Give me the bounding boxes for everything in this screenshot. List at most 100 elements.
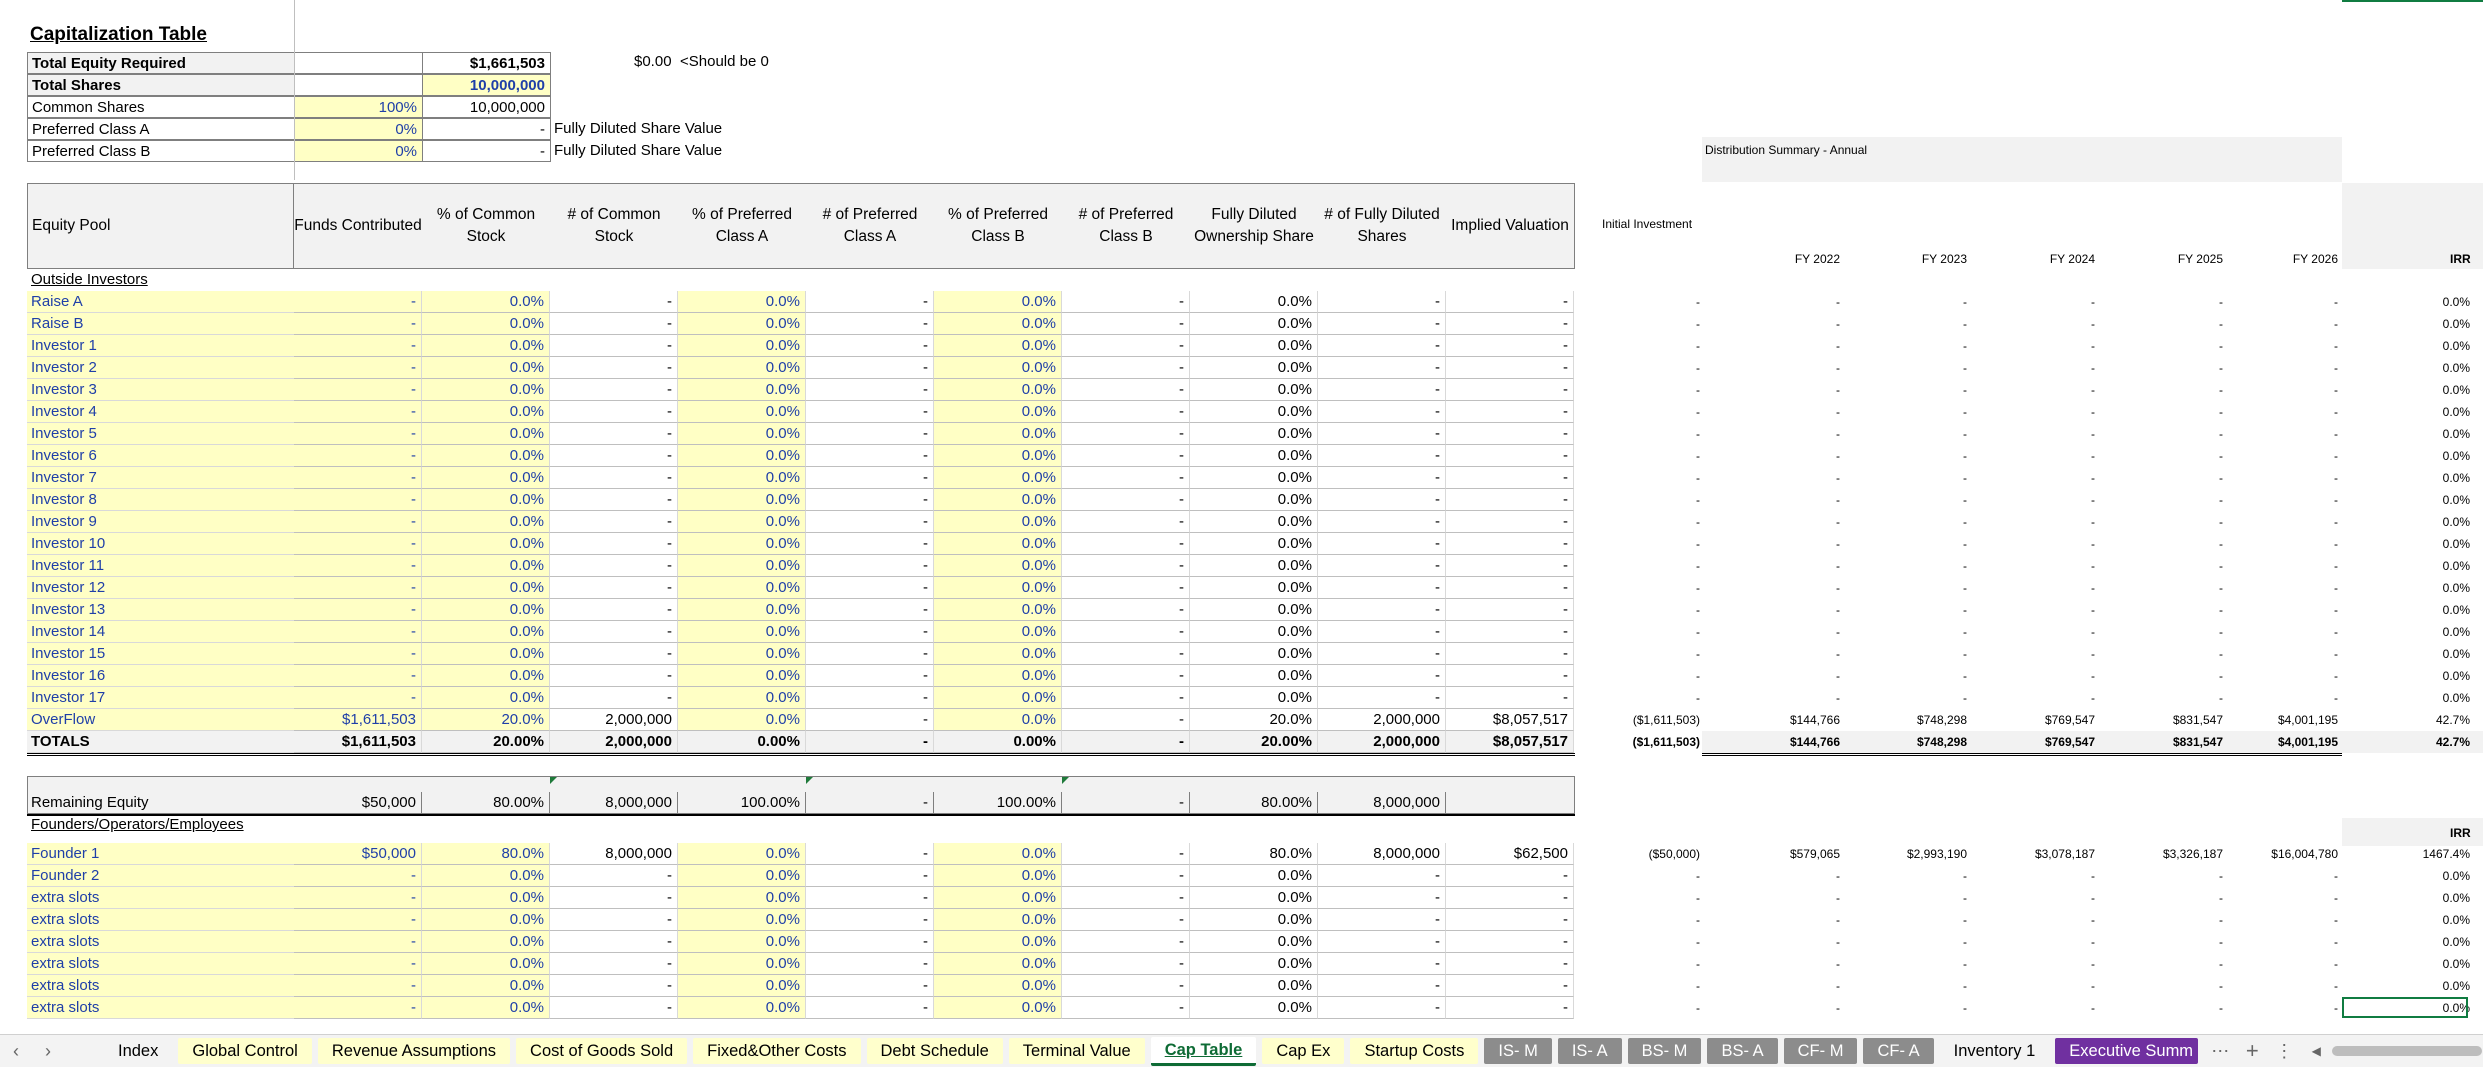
- founder-row-cell[interactable]: -: [1318, 975, 1446, 997]
- investor-row-cell[interactable]: 0.0%: [678, 467, 806, 489]
- investor-row-cell[interactable]: -: [1318, 555, 1446, 577]
- investor-row-cell[interactable]: -: [1062, 357, 1190, 379]
- investor-row-cell[interactable]: -: [1446, 643, 1574, 665]
- investor-row-cell[interactable]: 0.0%: [678, 599, 806, 621]
- sheet-tab[interactable]: Executive Summ: [2055, 1038, 2199, 1064]
- investor-row-cell[interactable]: -: [1062, 445, 1190, 467]
- investor-row-cell[interactable]: -: [550, 621, 678, 643]
- founder-row-cell[interactable]: -: [550, 865, 678, 887]
- totals-row-cell[interactable]: 0.00%: [934, 731, 1062, 753]
- founder-row-cell[interactable]: -: [294, 931, 422, 953]
- founder-row-cell[interactable]: 0.0%: [934, 975, 1062, 997]
- investor-row-cell[interactable]: -: [1446, 665, 1574, 687]
- investor-row-cell[interactable]: 0.0%: [422, 533, 550, 555]
- remaining-cell[interactable]: 8,000,000: [550, 792, 678, 814]
- investor-row-cell[interactable]: -: [806, 577, 934, 599]
- investor-row-cell[interactable]: 0.0%: [678, 555, 806, 577]
- investor-row-cell[interactable]: -: [1318, 511, 1446, 533]
- investor-row-cell[interactable]: -: [1446, 445, 1574, 467]
- investor-row-cell[interactable]: 0.0%: [422, 357, 550, 379]
- summary-value[interactable]: -: [422, 118, 551, 140]
- investor-row-cell[interactable]: -: [1446, 379, 1574, 401]
- investor-row-cell[interactable]: -: [550, 335, 678, 357]
- remaining-cell[interactable]: $50,000: [294, 792, 422, 814]
- founder-row-cell[interactable]: 80.0%: [422, 843, 550, 865]
- investor-row-cell[interactable]: 0.0%: [934, 401, 1062, 423]
- investor-row-cell[interactable]: -: [294, 533, 422, 555]
- investor-row-cell[interactable]: 0.0%: [678, 401, 806, 423]
- investor-row-cell[interactable]: -: [294, 665, 422, 687]
- investor-row-cell[interactable]: 20.0%: [1190, 709, 1318, 731]
- founder-row-cell[interactable]: 0.0%: [1190, 931, 1318, 953]
- investor-row-cell[interactable]: 0.0%: [934, 599, 1062, 621]
- summary-pct[interactable]: 100%: [294, 96, 423, 118]
- investor-row-cell[interactable]: 0.0%: [422, 643, 550, 665]
- investor-row-cell[interactable]: 0.0%: [678, 511, 806, 533]
- remaining-cell[interactable]: 100.00%: [678, 792, 806, 814]
- investor-row-cell[interactable]: -: [1062, 423, 1190, 445]
- investor-row-cell[interactable]: -: [550, 555, 678, 577]
- founder-row-cell[interactable]: -: [806, 975, 934, 997]
- investor-row-cell[interactable]: 0.0%: [934, 709, 1062, 731]
- founder-row-cell[interactable]: 0.0%: [1190, 887, 1318, 909]
- investor-row-cell[interactable]: -: [1446, 599, 1574, 621]
- founder-row-cell[interactable]: 0.0%: [422, 997, 550, 1019]
- investor-row-cell[interactable]: 0.0%: [422, 291, 550, 313]
- investor-row-cell[interactable]: 0.0%: [934, 555, 1062, 577]
- investor-row-cell[interactable]: 0.0%: [422, 401, 550, 423]
- investor-row-cell[interactable]: 0.0%: [934, 577, 1062, 599]
- investor-row-cell[interactable]: 0.0%: [422, 379, 550, 401]
- founder-row-cell[interactable]: -: [294, 887, 422, 909]
- investor-row-cell[interactable]: -: [1446, 621, 1574, 643]
- sheet-tab[interactable]: CF- M: [1783, 1038, 1858, 1064]
- investor-row-cell[interactable]: -: [550, 313, 678, 335]
- add-sheet-icon[interactable]: +: [2236, 1038, 2268, 1064]
- investor-row-cell[interactable]: -: [1446, 291, 1574, 313]
- investor-row-cell[interactable]: -: [294, 555, 422, 577]
- investor-row-cell[interactable]: 0.0%: [678, 709, 806, 731]
- investor-row-cell[interactable]: 0.0%: [1190, 445, 1318, 467]
- investor-row-cell[interactable]: -: [806, 357, 934, 379]
- sheet-tab[interactable]: Startup Costs: [1350, 1038, 1479, 1064]
- founder-row-cell[interactable]: 0.0%: [678, 931, 806, 953]
- investor-row-cell[interactable]: -: [1062, 467, 1190, 489]
- founder-row-cell[interactable]: 0.0%: [678, 997, 806, 1019]
- founder-row-cell[interactable]: 0.0%: [1190, 953, 1318, 975]
- investor-row-cell[interactable]: -: [550, 533, 678, 555]
- investor-row-cell[interactable]: 2,000,000: [1318, 709, 1446, 731]
- investor-row-cell[interactable]: -: [1318, 423, 1446, 445]
- investor-row-cell[interactable]: 0.0%: [422, 599, 550, 621]
- founder-row-cell[interactable]: 8,000,000: [550, 843, 678, 865]
- investor-row-cell[interactable]: -: [1318, 335, 1446, 357]
- investor-row-cell[interactable]: -: [1446, 511, 1574, 533]
- investor-row-cell[interactable]: -: [294, 511, 422, 533]
- investor-row-cell[interactable]: -: [1062, 687, 1190, 709]
- investor-row-cell[interactable]: 0.0%: [678, 335, 806, 357]
- founder-row-cell[interactable]: -: [1062, 865, 1190, 887]
- investor-row-cell[interactable]: -: [806, 313, 934, 335]
- investor-row-cell[interactable]: 0.0%: [678, 379, 806, 401]
- founder-row-cell[interactable]: 0.0%: [934, 931, 1062, 953]
- founder-row-cell[interactable]: -: [1318, 909, 1446, 931]
- founder-row-cell[interactable]: -: [806, 865, 934, 887]
- remaining-cell[interactable]: 100.00%: [934, 792, 1062, 814]
- totals-row-cell[interactable]: $1,611,503: [294, 731, 422, 753]
- founder-row-cell[interactable]: -: [806, 931, 934, 953]
- sheet-tab[interactable]: Debt Schedule: [866, 1038, 1003, 1064]
- founder-row-cell[interactable]: -: [294, 865, 422, 887]
- investor-row-cell[interactable]: 0.0%: [1190, 467, 1318, 489]
- founder-row-cell[interactable]: -: [1446, 975, 1574, 997]
- investor-row-cell[interactable]: 0.0%: [678, 643, 806, 665]
- sheet-tab[interactable]: CF- A: [1863, 1038, 1934, 1064]
- investor-row-cell[interactable]: -: [1318, 643, 1446, 665]
- investor-row-cell[interactable]: 0.0%: [1190, 379, 1318, 401]
- investor-row-cell[interactable]: $8,057,517: [1446, 709, 1574, 731]
- founder-row-cell[interactable]: 0.0%: [1190, 909, 1318, 931]
- investor-row-cell[interactable]: 0.0%: [934, 335, 1062, 357]
- founder-row-cell[interactable]: 8,000,000: [1318, 843, 1446, 865]
- investor-row-cell[interactable]: 0.0%: [934, 445, 1062, 467]
- investor-row-cell[interactable]: -: [550, 489, 678, 511]
- investor-row-cell[interactable]: 0.0%: [422, 335, 550, 357]
- investor-row-cell[interactable]: -: [550, 665, 678, 687]
- sheet-tab[interactable]: Cap Ex: [1262, 1038, 1345, 1064]
